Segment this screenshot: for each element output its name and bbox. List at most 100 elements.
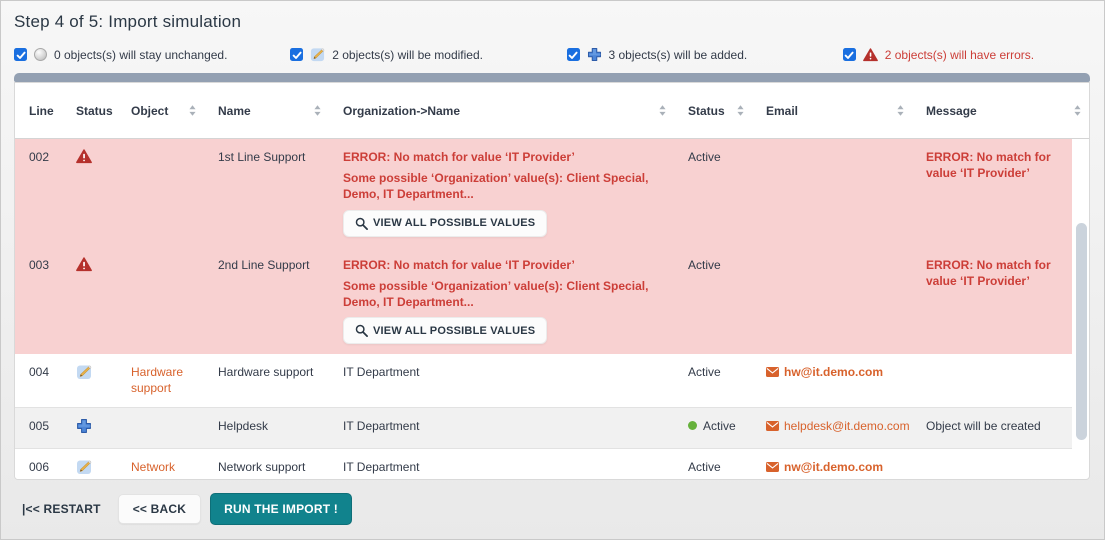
table-header-row: Line Status Object Name Organization->Na…	[15, 83, 1089, 139]
added-plus-icon	[62, 408, 117, 448]
cell-object	[117, 408, 204, 428]
cell-message	[912, 354, 1072, 374]
summary-unchanged: 0 objects(s) will stay unchanged.	[0, 47, 276, 62]
table-body: 002 1st Line Support ERROR: No match for…	[15, 139, 1072, 480]
wizard-footer: |<< RESTART << BACK RUN THE IMPORT !	[14, 493, 352, 525]
envelope-icon	[766, 421, 779, 431]
cell-message: ERROR: No match for value ‘IT Provider’	[912, 247, 1072, 299]
cell-name: Network support	[204, 449, 329, 480]
sort-icon	[659, 105, 666, 116]
cell-object: Hardware support	[117, 354, 204, 406]
error-status-icon	[62, 247, 117, 286]
cell-name: 1st Line Support	[204, 139, 329, 175]
added-label: 3 objects(s) will be added.	[609, 48, 748, 62]
header-status-icon[interactable]: Status	[62, 83, 117, 138]
sort-icon	[189, 105, 196, 116]
email-link[interactable]: helpdesk@it.demo.com	[766, 418, 910, 434]
import-summary-bar: 0 objects(s) will stay unchanged. 2 obje…	[0, 47, 1105, 62]
table-row-003: 003 2nd Line Support ERROR: No match for…	[15, 247, 1072, 355]
run-import-button[interactable]: RUN THE IMPORT !	[210, 493, 352, 525]
cell-status: Active	[674, 354, 752, 390]
cell-line: 003	[15, 247, 62, 283]
org-error-text: ERROR: No match for value ‘IT Provider’	[343, 149, 666, 165]
cell-name: Helpdesk	[204, 408, 329, 444]
unchanged-checkbox[interactable]	[14, 48, 27, 61]
warning-icon	[863, 48, 878, 62]
restart-button[interactable]: |<< RESTART	[14, 495, 109, 523]
cell-message: Object will be created	[912, 408, 1072, 444]
table-row-002: 002 1st Line Support ERROR: No match for…	[15, 139, 1072, 247]
header-status[interactable]: Status	[674, 83, 752, 138]
plus-icon	[587, 47, 602, 62]
magnifier-icon	[355, 217, 368, 230]
org-hint-text: Some possible ‘Organization’ value(s): C…	[343, 278, 666, 310]
cell-email: nw@it.demo.com	[752, 449, 912, 480]
cell-name: 2nd Line Support	[204, 247, 329, 283]
unchanged-circle-icon	[34, 48, 47, 61]
envelope-icon	[766, 367, 779, 377]
email-link[interactable]: nw@it.demo.com	[766, 459, 883, 475]
modified-checkbox[interactable]	[290, 48, 303, 61]
cell-email: hw@it.demo.com	[752, 354, 912, 391]
table-row-006: 006 Network support Network support IT D…	[15, 449, 1072, 480]
vertical-scrollbar-thumb[interactable]	[1076, 223, 1087, 440]
summary-added: 3 objects(s) will be added.	[553, 47, 829, 62]
cell-object	[117, 139, 204, 159]
cell-email	[752, 139, 912, 159]
modified-label: 2 objects(s) will be modified.	[332, 48, 483, 62]
cell-line: 004	[15, 354, 62, 390]
cell-status: Active	[674, 139, 752, 175]
unchanged-label: 0 objects(s) will stay unchanged.	[54, 48, 227, 62]
header-message[interactable]: Message	[912, 83, 1089, 138]
table-row-005: 005 Helpdesk IT Department Active helpde…	[15, 407, 1072, 449]
cell-line: 005	[15, 408, 62, 444]
object-link[interactable]: Hardware support	[131, 365, 183, 395]
added-checkbox[interactable]	[567, 48, 580, 61]
modified-pencil-icon	[62, 449, 117, 480]
pencil-icon	[310, 47, 325, 62]
cell-line: 006	[15, 449, 62, 480]
cell-status: Active	[674, 449, 752, 480]
sort-icon	[314, 105, 321, 116]
email-link[interactable]: hw@it.demo.com	[766, 364, 883, 380]
cell-email	[752, 247, 912, 267]
errors-checkbox[interactable]	[843, 48, 856, 61]
view-all-possible-values-button[interactable]: VIEW ALL POSSIBLE VALUES	[343, 210, 547, 237]
page-title: Step 4 of 5: Import simulation	[14, 12, 241, 32]
org-error-text: ERROR: No match for value ‘IT Provider’	[343, 257, 666, 273]
cell-organization: ERROR: No match for value ‘IT Provider’ …	[329, 139, 674, 247]
cell-name: Hardware support	[204, 354, 329, 390]
sort-icon	[1074, 105, 1081, 116]
cell-organization: IT Department	[329, 354, 674, 390]
error-status-icon	[62, 139, 117, 178]
cell-status: Active	[674, 247, 752, 283]
magnifier-icon	[355, 324, 368, 337]
modified-pencil-icon	[62, 354, 117, 394]
active-status-dot	[688, 421, 697, 430]
envelope-icon	[766, 462, 779, 472]
org-hint-text: Some possible ‘Organization’ value(s): C…	[343, 170, 666, 202]
horizontal-scrollbar-thumb[interactable]	[14, 73, 1090, 82]
cell-object	[117, 247, 204, 267]
cell-status: Active	[674, 408, 752, 445]
view-all-possible-values-button[interactable]: VIEW ALL POSSIBLE VALUES	[343, 317, 547, 344]
cell-email: helpdesk@it.demo.com	[752, 408, 912, 445]
header-object[interactable]: Object	[117, 83, 204, 138]
errors-label: 2 objects(s) will have errors.	[885, 48, 1034, 62]
cell-message	[912, 449, 1072, 469]
back-button[interactable]: << BACK	[118, 494, 201, 524]
summary-errors: 2 objects(s) will have errors.	[829, 47, 1105, 62]
cell-organization: ERROR: No match for value ‘IT Provider’ …	[329, 247, 674, 355]
sort-icon	[737, 105, 744, 116]
cell-organization: IT Department	[329, 449, 674, 480]
object-link[interactable]: Network support	[131, 460, 175, 480]
header-line[interactable]: Line	[15, 83, 62, 138]
sort-icon	[897, 105, 904, 116]
header-name[interactable]: Name	[204, 83, 329, 138]
header-email[interactable]: Email	[752, 83, 912, 138]
cell-organization: IT Department	[329, 408, 674, 444]
header-organization-name[interactable]: Organization->Name	[329, 83, 674, 138]
table-row-004: 004 Hardware support Hardware support IT…	[15, 354, 1072, 406]
cell-line: 002	[15, 139, 62, 175]
cell-object: Network support	[117, 449, 204, 480]
